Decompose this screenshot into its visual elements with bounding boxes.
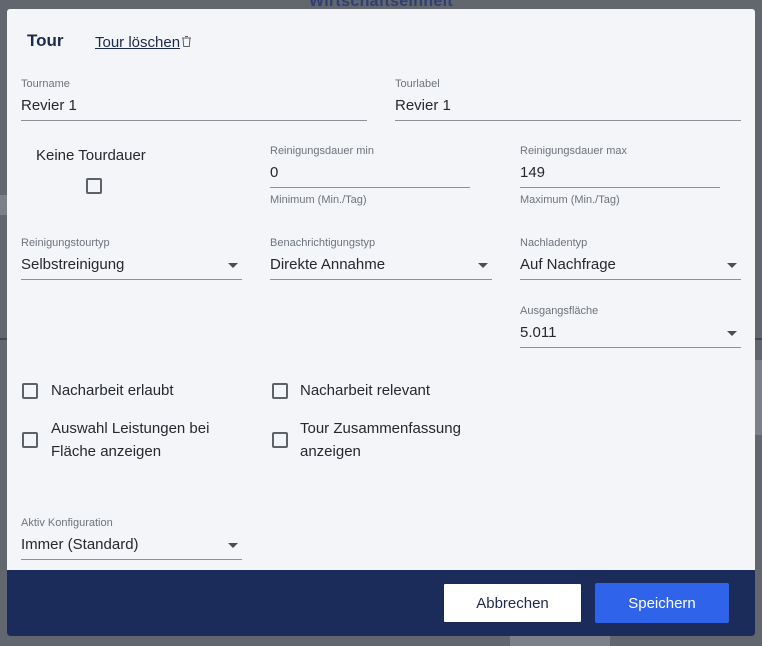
reinigungstourtyp-select[interactable]: Reinigungstourtyp Selbstreinigung: [21, 237, 242, 280]
tourlabel-field[interactable]: Tourlabel Revier 1: [395, 78, 741, 121]
background-panel: [0, 195, 7, 215]
save-button[interactable]: Speichern: [595, 583, 729, 623]
ausgangsflaeche-label: Ausgangsfläche: [520, 305, 599, 317]
tourlabel-label: Tourlabel: [395, 78, 440, 90]
ausgangsflaeche-value-text: 5.011: [520, 324, 557, 341]
reinigungsdauer-max-hint: Maximum (Min./Tag): [520, 194, 620, 206]
cancel-button[interactable]: Abbrechen: [443, 583, 582, 623]
nachladentyp-label: Nachladentyp: [520, 237, 588, 249]
tour-zusammenfassung-label-line1: Tour Zusammenfassung: [300, 420, 461, 437]
reinigungsdauer-min-hint: Minimum (Min./Tag): [270, 194, 367, 206]
benachrichtigungstyp-value-text: Direkte Annahme: [270, 256, 386, 273]
chevron-down-icon[interactable]: [727, 331, 737, 336]
reinigungsdauer-min-input[interactable]: 0: [270, 163, 470, 188]
tour-zusammenfassung-label: Tour Zusammenfassung anzeigen: [300, 417, 461, 463]
nacharbeit-erlaubt-label: Nacharbeit erlaubt: [51, 382, 174, 399]
auswahl-leistungen-label-line1: Auswahl Leistungen bei: [51, 420, 210, 437]
aktiv-konfiguration-value-text: Immer (Standard): [21, 536, 139, 553]
dialog-footer: Abbrechen Speichern: [7, 570, 755, 636]
auswahl-leistungen-checkbox[interactable]: [22, 432, 38, 448]
tour-zusammenfassung-label-line2: anzeigen: [300, 443, 361, 460]
nacharbeit-relevant-checkbox[interactable]: [272, 383, 288, 399]
benachrichtigungstyp-select[interactable]: Benachrichtigungstyp Direkte Annahme: [270, 237, 492, 280]
nacharbeit-erlaubt-checkbox[interactable]: [22, 383, 38, 399]
dialog-title: Tour: [27, 31, 64, 50]
aktiv-konfiguration-value[interactable]: Immer (Standard): [21, 535, 242, 560]
auswahl-leistungen-label-line2: Fläche anzeigen: [51, 443, 162, 460]
reinigungsdauer-max-field[interactable]: Reinigungsdauer max 149 Maximum (Min./Ta…: [520, 145, 720, 206]
nachladentyp-value[interactable]: Auf Nachfrage: [520, 255, 741, 280]
benachrichtigungstyp-label: Benachrichtigungstyp: [270, 237, 376, 249]
tourname-label: Tourname: [21, 78, 70, 90]
auswahl-leistungen-label: Auswahl Leistungen bei Fläche anzeigen: [51, 417, 209, 463]
keine-tourdauer-label: Keine Tourdauer: [36, 147, 146, 164]
reinigungsdauer-min-field[interactable]: Reinigungsdauer min 0 Minimum (Min./Tag): [270, 145, 470, 206]
chevron-down-icon[interactable]: [478, 263, 488, 268]
tourname-input[interactable]: Revier 1: [21, 96, 367, 121]
reinigungsdauer-max-input[interactable]: 149: [520, 163, 720, 188]
tourlabel-input[interactable]: Revier 1: [395, 96, 741, 121]
tourname-field[interactable]: Tourname Revier 1: [21, 78, 367, 121]
delete-tour-link[interactable]: Tour löschen: [95, 34, 192, 51]
reinigungstourtyp-value[interactable]: Selbstreinigung: [21, 255, 242, 280]
background-page-title: Wirtschaftseinheit: [309, 0, 453, 9]
background-divider: [0, 338, 7, 340]
background-panel: [510, 636, 610, 646]
chevron-down-icon[interactable]: [228, 543, 238, 548]
aktiv-konfiguration-select[interactable]: Aktiv Konfiguration Immer (Standard): [21, 517, 242, 560]
chevron-down-icon[interactable]: [228, 263, 238, 268]
background-panel: [755, 360, 762, 435]
reinigungstourtyp-value-text: Selbstreinigung: [21, 256, 125, 273]
ausgangsflaeche-select[interactable]: Ausgangsfläche 5.011: [520, 305, 741, 348]
tour-dialog: Tour Tour löschen Tourname Revier 1 Tour…: [7, 9, 755, 636]
keine-tourdauer-checkbox[interactable]: [86, 178, 102, 194]
delete-tour-label: Tour löschen: [95, 34, 181, 51]
nacharbeit-relevant-label: Nacharbeit relevant: [300, 382, 431, 399]
reinigungstourtyp-label: Reinigungstourtyp: [21, 237, 110, 249]
trash-icon: [182, 36, 192, 47]
nachladentyp-select[interactable]: Nachladentyp Auf Nachfrage: [520, 237, 741, 280]
background-divider: [755, 338, 762, 340]
aktiv-konfiguration-label: Aktiv Konfiguration: [21, 517, 113, 529]
reinigungsdauer-max-label: Reinigungsdauer max: [520, 145, 628, 157]
tour-zusammenfassung-checkbox[interactable]: [272, 432, 288, 448]
nachladentyp-value-text: Auf Nachfrage: [520, 256, 616, 273]
benachrichtigungstyp-value[interactable]: Direkte Annahme: [270, 255, 492, 280]
reinigungsdauer-min-label: Reinigungsdauer min: [270, 145, 374, 157]
chevron-down-icon[interactable]: [727, 263, 737, 268]
ausgangsflaeche-value[interactable]: 5.011: [520, 323, 741, 348]
